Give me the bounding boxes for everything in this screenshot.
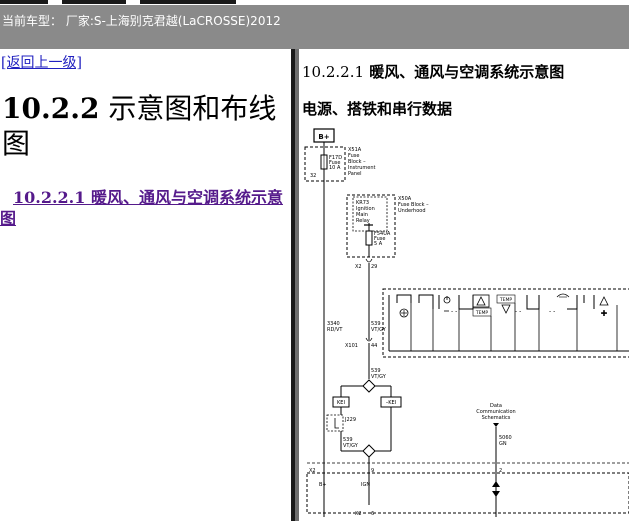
top-tab-right bbox=[140, 0, 236, 4]
top-tab-middle bbox=[62, 0, 126, 4]
wiring-diagram: B+ X51A Fuse Block – Instrument Panel F1… bbox=[304, 128, 629, 517]
fuse-block-uh-line2: Underhood bbox=[398, 208, 426, 214]
defrost-icon bbox=[556, 293, 570, 298]
pin-44-label: 44 bbox=[371, 343, 377, 349]
sub-section-link[interactable]: 10.2.2.1 暖风、通风与空调系统示意图 bbox=[0, 187, 290, 229]
bottom-module-box bbox=[306, 472, 629, 514]
x2-label-bottom: X2 bbox=[309, 468, 316, 474]
back-link[interactable]: [返回上一级] bbox=[1, 52, 82, 72]
pin-6-label: 6 bbox=[371, 511, 374, 517]
wire-539-color-mid: VT/GY bbox=[371, 374, 387, 380]
section-title: 10.2.2 示意图和布线图 bbox=[2, 91, 290, 161]
data-arrow-down-icon bbox=[492, 491, 500, 497]
wire-3340-color: RD/VT bbox=[327, 327, 343, 333]
vehicle-header: 当前车型： 厂家:S-上海别克君越(LaCROSSE)2012 bbox=[0, 5, 629, 49]
temp-down-arrow-icon bbox=[501, 304, 511, 314]
b-plus-bottom-label: B+ bbox=[319, 482, 327, 488]
diagram-heading-number: 10.2.2.1 bbox=[302, 63, 365, 81]
neg-kei-label: –KEI bbox=[386, 400, 396, 406]
kr73-line4: Relay bbox=[356, 218, 370, 224]
data-comm-arrow-icon bbox=[493, 423, 499, 427]
x2-label-final: X2 bbox=[355, 511, 362, 517]
diagram-subheading: 电源、搭铁和串行数据 bbox=[302, 100, 453, 118]
section-number: 10.2.2 bbox=[2, 92, 100, 125]
data-comm-line3: Schematics bbox=[482, 415, 511, 421]
diagram-heading-text: 暖风、通风与空调系统示意图 bbox=[364, 63, 565, 81]
top-tab-left bbox=[0, 0, 48, 4]
wire-539-color-bot: VT/GY bbox=[343, 443, 359, 449]
left-pane: [返回上一级] 10.2.2 示意图和布线图 10.2.2.1 暖风、通风与空调… bbox=[0, 49, 291, 521]
pin-9-label: 9 bbox=[371, 468, 374, 474]
temp-label-1: TEMP bbox=[475, 310, 488, 316]
diagram-heading: 10.2.2.1 暖风、通风与空调系统示意图 bbox=[302, 61, 564, 82]
vehicle-title: 当前车型： 厂家:S-上海别克君越(LaCROSSE)2012 bbox=[2, 14, 281, 28]
wire-539-color-top: VT/GY bbox=[371, 327, 387, 333]
pin-32-label: 32 bbox=[310, 173, 316, 179]
svg-text:- -: - - bbox=[515, 308, 521, 315]
svg-text:- -: - - bbox=[451, 308, 457, 315]
fuse-f54ua-icon bbox=[365, 230, 373, 246]
j229-label: J229 bbox=[344, 417, 356, 423]
fuse-block-ip-line4: Panel bbox=[348, 171, 362, 177]
temp-up-arrow-icon bbox=[476, 296, 486, 306]
x101-label: X101 bbox=[345, 343, 358, 349]
svg-text:- -: - - bbox=[549, 308, 555, 315]
f17d-amp-label: 10 A bbox=[329, 165, 341, 171]
splice-diamond-bottom bbox=[362, 444, 376, 458]
kei-label: KEI bbox=[337, 400, 345, 406]
fan-up-arrow-icon bbox=[599, 296, 609, 306]
pin-2-label: 2 bbox=[499, 468, 502, 474]
fuse-block-uh-box bbox=[346, 194, 396, 258]
b-plus-label: B+ bbox=[318, 133, 329, 141]
wire-5060-color: GN bbox=[499, 441, 507, 447]
right-pane: 10.2.2.1 暖风、通风与空调系统示意图 电源、搭铁和串行数据 B+ X51… bbox=[299, 49, 629, 521]
x2-label-top: X2 bbox=[355, 264, 362, 270]
hvac-switch-row: - - TEMP TEMP - - - - ✚ bbox=[388, 293, 629, 352]
splice-diamond-top bbox=[362, 379, 376, 393]
pin-29-label: 29 bbox=[371, 264, 377, 270]
f54ua-amp-label: 5 A bbox=[374, 241, 383, 247]
data-arrow-up-icon bbox=[492, 481, 500, 487]
temp-label-2: TEMP bbox=[499, 297, 512, 303]
fan-icon: ✚ bbox=[601, 309, 608, 318]
